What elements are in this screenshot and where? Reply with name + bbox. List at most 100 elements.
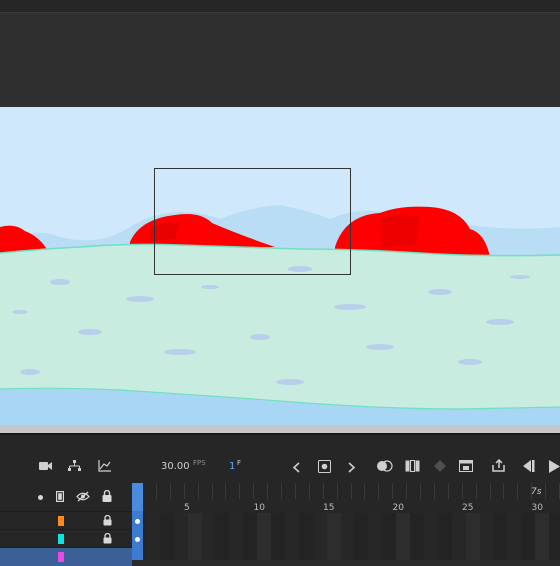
stage-canvas[interactable] [0,107,560,425]
play-icon[interactable] [547,459,560,473]
frame-cell[interactable] [201,513,217,560]
frame-cell[interactable] [243,513,259,560]
stage-scroll-strip [0,425,560,433]
layer-row[interactable] [0,529,132,548]
layer-color-swatch[interactable] [58,534,64,544]
layer-color-swatch[interactable] [58,552,64,562]
frame-cell[interactable] [145,513,161,560]
ruler-frame-number: 10 [253,503,265,513]
timeline-ruler[interactable]: 5 10 15 20 25 30 [132,483,560,513]
seconds-marker: 7s [531,487,542,497]
playhead-handle[interactable] [132,483,143,511]
previous-keyframe-icon[interactable] [290,460,302,474]
frame-cell[interactable] [549,513,560,560]
ruler-tick [211,483,213,499]
visibility-eye-slash-icon[interactable] [76,490,90,502]
ruler-tick [503,483,505,499]
frame-cell[interactable] [479,513,495,560]
frame-grid[interactable] [132,513,560,560]
frame-cell[interactable] [187,513,203,560]
onion-skin-icon[interactable] [375,459,393,473]
layer-parenting-icon[interactable] [67,459,81,473]
graph-editor-icon[interactable] [97,459,111,473]
frame-cell[interactable] [354,513,370,560]
ruler-tick [155,483,157,499]
keyframe-disabled-icon [433,459,447,473]
layer-lock-icon[interactable] [103,533,112,544]
current-frame-value[interactable]: 1 [229,461,235,472]
timeline-toolbar: 30.00 FPS 1 F [0,435,560,483]
fps-value[interactable]: 30.00 [161,461,190,472]
show-all-layers-dot-icon[interactable] [36,493,44,501]
ruler-tick [225,483,227,499]
ruler-tick [267,483,269,499]
edit-multiple-frames-icon[interactable] [404,459,420,473]
frame-cell[interactable] [521,513,537,560]
ruler-tick [517,483,519,499]
frame-cell[interactable] [382,513,398,560]
center-frame-icon[interactable] [458,459,474,473]
outline-toggle-icon[interactable] [55,490,65,502]
frame-cell[interactable] [257,513,273,560]
layer-controls-header [0,483,132,511]
step-back-icon[interactable] [520,459,536,473]
ruler-tick [433,483,435,499]
ruler-tick [378,483,380,499]
keyframe-dot[interactable] [135,519,140,524]
frame-cell[interactable] [312,513,328,560]
ruler-frame-number: 25 [462,503,474,513]
ruler-tick [239,483,241,499]
ruler-tick [294,483,296,499]
ruler-tick [489,483,491,499]
frame-cell[interactable] [229,513,245,560]
ruler-tick [420,483,421,499]
frame-cell[interactable] [215,513,231,560]
frame-cell[interactable] [368,513,384,560]
frame-cell[interactable] [507,513,523,560]
layer-lock-icon[interactable] [103,515,112,526]
fps-unit-label: FPS [193,459,206,467]
frame-cell[interactable] [298,513,314,560]
ruler-tick [169,483,171,499]
frame-cell[interactable] [493,513,509,560]
lock-all-icon[interactable] [101,489,113,502]
frame-cell[interactable] [284,513,300,560]
top-panel-strip [0,0,560,13]
frame-cell[interactable] [410,513,425,560]
ruler-frame-number: 15 [323,503,335,513]
ruler-tick [253,483,255,499]
ruler-frame-number: 20 [392,503,404,513]
ruler-tick [406,483,408,499]
frame-cell[interactable] [173,513,189,560]
ruler-tick [281,483,282,499]
ruler-tick [475,483,477,499]
ruler-tick [461,483,463,499]
frame-cell[interactable] [326,513,342,560]
ruler-frame-number: 5 [184,503,190,513]
ruler-tick [322,483,324,499]
frame-cell[interactable] [437,513,453,560]
next-keyframe-icon[interactable] [346,460,358,474]
frame-cell[interactable] [340,513,356,560]
layer-row[interactable] [0,547,132,566]
frame-cell[interactable] [271,513,286,560]
ruler-tick [545,483,547,499]
frame-cell[interactable] [465,513,481,560]
frame-cell[interactable] [396,513,412,560]
ruler-tick [447,483,449,499]
insert-keyframe-icon[interactable] [317,459,331,473]
pasteboard [0,13,560,107]
frame-cell[interactable] [159,513,175,560]
ruler-tick [197,483,199,499]
frame-cell[interactable] [451,513,467,560]
loop-playback-icon[interactable] [490,458,508,474]
frame-cell[interactable] [423,513,439,560]
frame-cell[interactable] [535,513,551,560]
keyframe-dot[interactable] [135,537,140,542]
ruler-tick [336,483,338,499]
ruler-tick [364,483,366,499]
layer-row[interactable] [0,511,132,530]
layer-color-swatch[interactable] [58,516,64,526]
ruler-tick [308,483,310,499]
camera-icon[interactable] [38,460,52,472]
